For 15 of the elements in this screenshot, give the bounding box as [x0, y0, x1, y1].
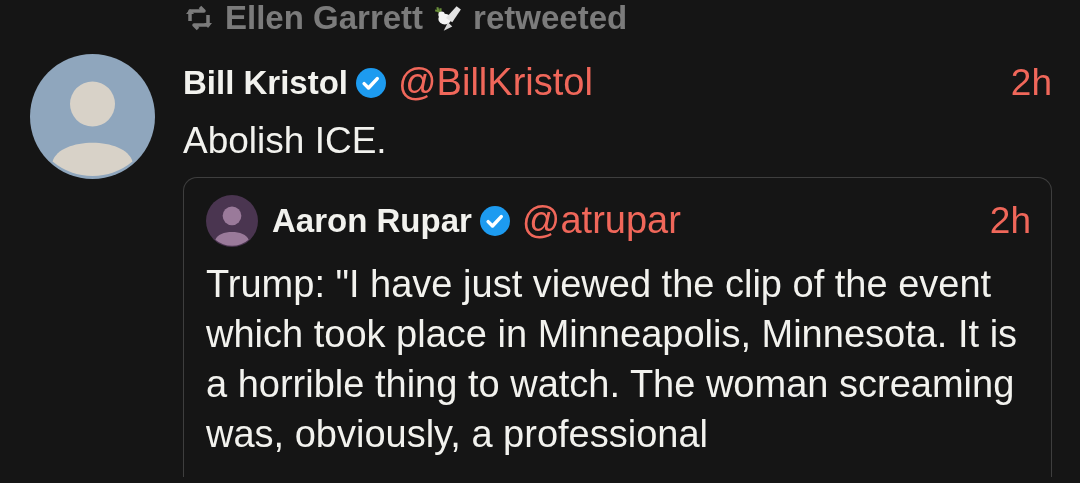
user-handle[interactable]: @BillKristol: [398, 54, 593, 111]
timestamp: 2h: [989, 198, 1031, 243]
display-name[interactable]: Bill Kristol: [183, 57, 349, 108]
retweeter-name: Ellen Garrett: [225, 1, 424, 35]
user-handle[interactable]: @atrupar: [521, 192, 681, 249]
dove-icon: [433, 4, 464, 32]
quoted-tweet-card[interactable]: Aaron Rupar @atrupar 2h Trump: "I have just viewed the clip of the event which took place in Minneapolis, Minnesota. It is a horrible thing to watch. The woman screaming was, obviously, a professional: [183, 177, 1052, 477]
display-name[interactable]: Aaron Rupar: [272, 195, 472, 246]
retweet-icon: [183, 5, 215, 31]
avatar[interactable]: [30, 54, 155, 179]
retweet-label: retweeted: [473, 1, 628, 35]
avatar[interactable]: [206, 194, 258, 247]
tweet-text: Abolish ICE.: [183, 119, 388, 163]
timestamp: 2h: [1010, 60, 1052, 105]
quoted-tweet-text: Trump: "I have just viewed the clip of the event which took place in Minneapolis, Minnesota. It is a horrible thing to watch. The woman screaming was, obviously, a professional: [206, 262, 1019, 457]
